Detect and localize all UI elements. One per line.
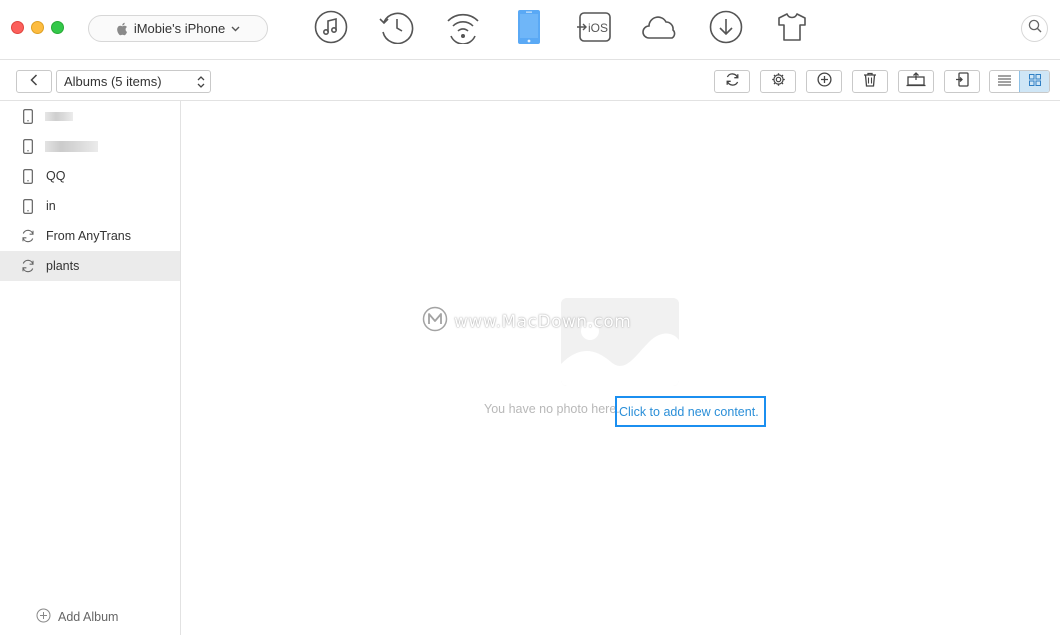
sync-icon xyxy=(21,258,35,274)
svg-text:iOS: iOS xyxy=(588,21,608,35)
tshirt-icon xyxy=(777,12,807,47)
to-device-icon xyxy=(955,71,970,92)
device-selector[interactable]: iMobie's iPhone xyxy=(88,15,268,42)
nav-wifi[interactable] xyxy=(443,10,483,48)
to-ios-icon: iOS xyxy=(576,11,612,47)
album-category-value: Albums (5 items) xyxy=(64,74,162,89)
album-item-plants[interactable]: plants xyxy=(0,251,180,281)
grid-view-icon xyxy=(1028,73,1041,91)
toolbar: Albums (5 items) xyxy=(0,61,1060,101)
refresh-icon xyxy=(725,72,740,92)
history-icon xyxy=(378,10,414,49)
cloud-icon xyxy=(641,13,679,46)
device-name: iMobie's iPhone xyxy=(133,21,226,36)
search-button[interactable] xyxy=(1021,15,1048,42)
album-item[interactable] xyxy=(0,101,180,131)
apple-icon xyxy=(116,22,128,36)
album-label: plants xyxy=(46,259,80,273)
add-new-content-link[interactable]: Click to add new content. xyxy=(615,396,766,427)
add-icon xyxy=(816,71,832,92)
phone-icon xyxy=(21,108,35,124)
to-computer-icon xyxy=(906,71,926,92)
redacted-album-name xyxy=(45,141,98,152)
download-icon xyxy=(709,10,743,49)
iphone-icon xyxy=(517,9,541,50)
music-icon xyxy=(314,10,348,49)
phone-icon xyxy=(21,138,35,154)
nav-download[interactable] xyxy=(706,10,746,48)
phone-icon xyxy=(21,168,35,184)
window-minimize-button[interactable] xyxy=(31,21,44,34)
nav-history[interactable] xyxy=(376,10,416,48)
wifi-icon xyxy=(445,10,481,49)
empty-message: You have no photo here. xyxy=(484,402,620,416)
add-circle-icon xyxy=(36,608,51,626)
list-view-button[interactable] xyxy=(990,71,1019,92)
gear-icon xyxy=(771,72,786,92)
nav-device-manager[interactable] xyxy=(509,9,549,50)
view-mode-toggle xyxy=(989,70,1050,93)
album-sidebar: QQ in From AnyTrans plants Add Album xyxy=(0,101,181,635)
settings-button[interactable] xyxy=(760,70,796,93)
add-album-label: Add Album xyxy=(58,610,119,624)
album-label: QQ xyxy=(46,169,66,183)
album-item-in[interactable]: in xyxy=(0,191,180,221)
album-item-qq[interactable]: QQ xyxy=(0,161,180,191)
add-button[interactable] xyxy=(806,70,842,93)
delete-button[interactable] xyxy=(852,70,888,93)
chevron-left-icon xyxy=(30,73,38,91)
title-bar: iMobie's iPhone iOS xyxy=(0,0,1060,60)
nav-music[interactable] xyxy=(311,10,351,48)
album-item[interactable] xyxy=(0,131,180,161)
album-category-select[interactable]: Albums (5 items) xyxy=(56,70,211,93)
updown-chevron-icon xyxy=(197,75,205,92)
macdown-logo-icon xyxy=(422,306,448,337)
grid-view-button[interactable] xyxy=(1019,71,1049,92)
watermark: www.MacDown.com xyxy=(422,306,631,337)
back-button[interactable] xyxy=(16,70,52,93)
album-label: From AnyTrans xyxy=(46,229,131,243)
trash-icon xyxy=(863,72,877,92)
redacted-album-name xyxy=(45,112,73,121)
window-close-button[interactable] xyxy=(11,21,24,34)
send-to-computer-button[interactable] xyxy=(898,70,934,93)
nav-ios-mover[interactable]: iOS xyxy=(574,10,614,48)
send-to-device-button[interactable] xyxy=(944,70,980,93)
album-item-from-anytrans[interactable]: From AnyTrans xyxy=(0,221,180,251)
photo-content-area: www.MacDown.com You have no photo here. … xyxy=(181,101,1060,635)
album-label: in xyxy=(46,199,56,213)
watermark-text: www.MacDown.com xyxy=(454,311,632,332)
nav-icloud[interactable] xyxy=(640,10,680,48)
sync-icon xyxy=(21,228,35,244)
search-icon xyxy=(1028,19,1042,38)
refresh-button[interactable] xyxy=(714,70,750,93)
phone-icon xyxy=(21,198,35,214)
add-album-button[interactable]: Add Album xyxy=(36,608,118,626)
list-view-icon xyxy=(998,73,1011,91)
window-zoom-button[interactable] xyxy=(51,21,64,34)
nav-ringtone[interactable] xyxy=(772,10,812,48)
chevron-down-icon xyxy=(231,26,240,32)
